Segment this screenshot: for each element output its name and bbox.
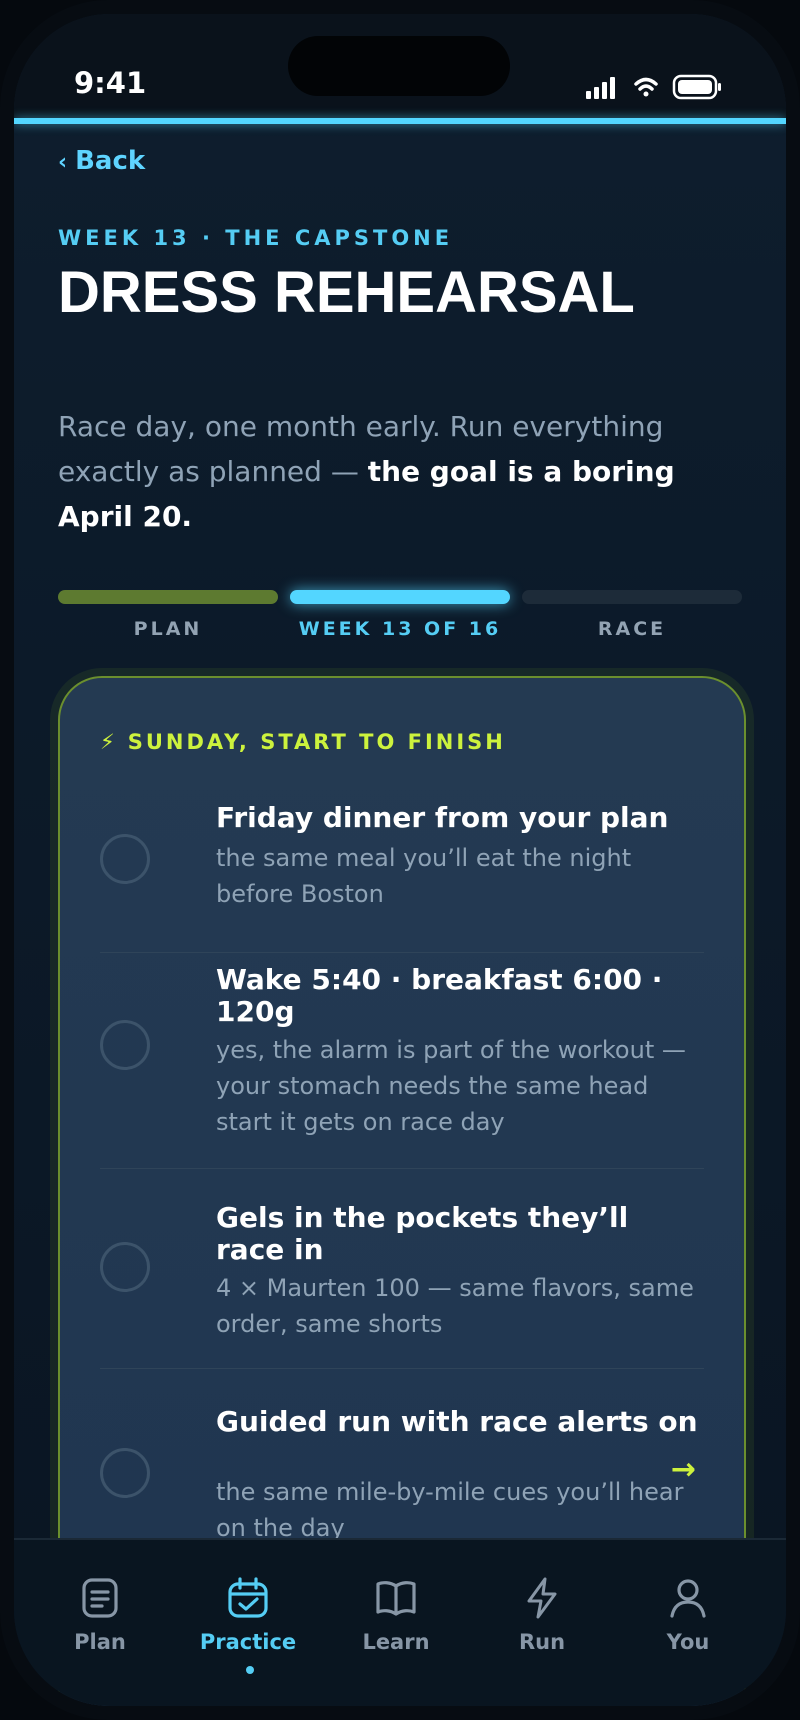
item-title: Guided run with race alerts on — [216, 1405, 698, 1438]
tab-label: Plan — [74, 1630, 126, 1654]
tab-label: You — [666, 1630, 710, 1654]
tab-label: Practice — [199, 1630, 297, 1654]
tab-label: Run — [518, 1630, 566, 1654]
tab-plan[interactable]: Plan — [30, 1576, 170, 1654]
divider — [100, 952, 704, 953]
phone-frame: 9:41 ‹ Back WEEK 13 · THE CAPSTONE DRESS… — [0, 0, 800, 1720]
wifi-icon — [634, 77, 658, 97]
card-heading: ⚡ SUNDAY, START TO FINISH — [100, 730, 506, 754]
lightning-icon: ⚡ — [100, 730, 118, 754]
item-title: Gels in the pockets they’ll race in — [216, 1201, 629, 1266]
checklist-item[interactable]: Friday dinner from your plan the same me… — [100, 788, 704, 953]
checklist-item[interactable]: Gels in the pockets they’ll race in 4 × … — [100, 1198, 704, 1378]
calendar-check-icon — [228, 1577, 268, 1618]
progress-label-current: WEEK 13 OF 16 — [298, 618, 502, 640]
header-accent-line — [14, 118, 786, 124]
item-description: 4 × Maurten 100 — same flavors, same ord… — [216, 1274, 694, 1338]
back-label: Back — [75, 146, 146, 176]
item-description: the same mile-by-mile cues you’ll hear o… — [216, 1478, 684, 1542]
card-heading-label: SUNDAY, START TO FINISH — [127, 730, 506, 754]
checkbox[interactable] — [100, 834, 150, 884]
tab-you[interactable]: You — [618, 1576, 758, 1654]
arrow-right-icon[interactable]: → — [671, 1452, 696, 1487]
status-icons — [586, 74, 721, 100]
item-title: Friday dinner from your plan — [216, 801, 669, 834]
progress-label-race: RACE — [597, 618, 667, 640]
status-time: 9:41 — [74, 66, 147, 100]
item-title: Wake 5:40 · breakfast 6:00 · 120g — [216, 963, 663, 1028]
tab-run[interactable]: Run — [472, 1576, 612, 1654]
progress-segment-current — [290, 590, 510, 604]
user-icon — [670, 1579, 706, 1618]
screen: 9:41 ‹ Back WEEK 13 · THE CAPSTONE DRESS… — [14, 14, 786, 1706]
battery-icon — [672, 74, 721, 100]
checkbox[interactable] — [100, 1242, 150, 1292]
bottom-tab-bar: Plan Practice Learn Run You — [14, 1538, 786, 1706]
active-tab-indicator — [246, 1666, 254, 1674]
page-title: DRESS REHEARSAL — [58, 260, 635, 325]
document-icon — [82, 1578, 118, 1618]
tab-practice[interactable]: Practice — [178, 1576, 318, 1654]
signal-icon — [586, 77, 615, 99]
status-bar: 9:41 — [14, 14, 786, 118]
item-description: the same meal you’ll eat the night befor… — [216, 844, 632, 908]
progress-segment-plan — [58, 590, 278, 604]
progress-label-plan: PLAN — [133, 618, 203, 640]
checkbox[interactable] — [100, 1448, 150, 1498]
program-progress: PLAN WEEK 13 OF 16 RACE — [58, 590, 742, 660]
dynamic-island — [288, 36, 510, 96]
week-eyebrow: WEEK 13 · THE CAPSTONE — [58, 226, 454, 250]
divider — [100, 1368, 704, 1369]
chevron-left-icon: ‹ — [58, 150, 68, 175]
item-description: yes, the alarm is part of the workout — … — [216, 1036, 686, 1136]
book-icon — [376, 1581, 416, 1616]
checklist-item[interactable]: Wake 5:40 · breakfast 6:00 · 120g yes, t… — [100, 958, 704, 1169]
lightning-icon — [527, 1577, 557, 1619]
progress-segment-race — [522, 590, 742, 604]
page-subtitle: Race day, one month early. Run everythin… — [58, 404, 738, 539]
back-button[interactable]: ‹ Back — [58, 146, 145, 176]
tab-label: Learn — [362, 1630, 430, 1654]
divider — [100, 1168, 704, 1169]
checkbox[interactable] — [100, 1020, 150, 1070]
tab-learn[interactable]: Learn — [326, 1576, 466, 1654]
